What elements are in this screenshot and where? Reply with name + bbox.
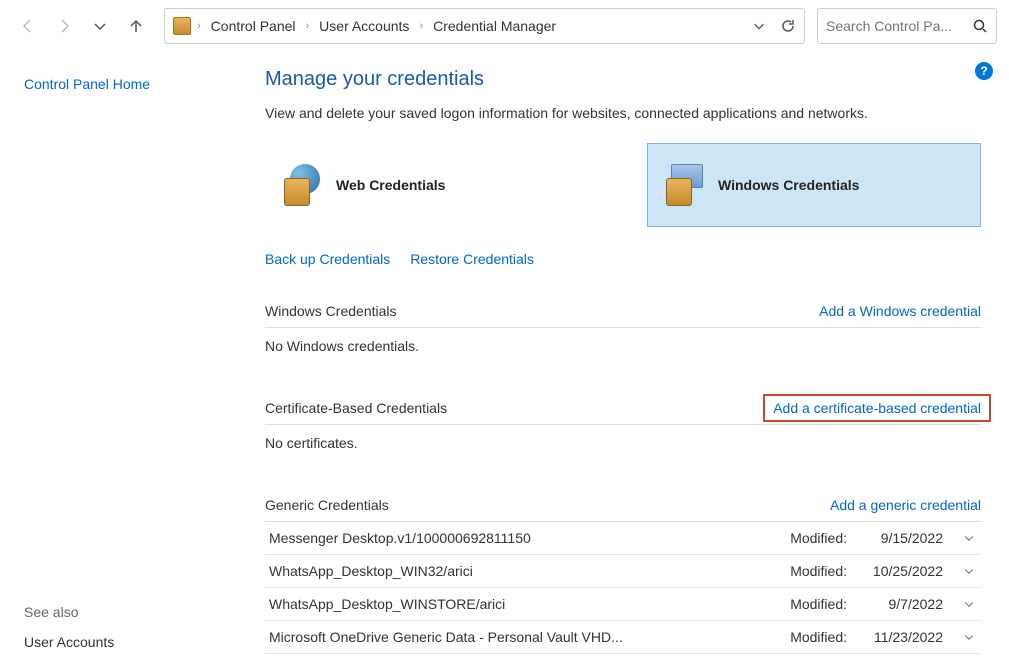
tab-label: Windows Credentials	[718, 177, 859, 193]
modified-date: 9/7/2022	[865, 596, 943, 612]
credential-row[interactable]: Messenger Desktop.v1/100000692811150 Modi…	[265, 522, 981, 555]
credential-row[interactable]: WhatsApp_Desktop_WINSTORE/arici Modified:…	[265, 588, 981, 621]
search-box[interactable]	[817, 8, 997, 44]
nav-forward-button[interactable]	[48, 10, 80, 42]
chevron-down-icon[interactable]	[752, 19, 766, 33]
chevron-right-icon: ›	[419, 20, 423, 32]
nav-recent-button[interactable]	[84, 10, 116, 42]
credential-name: WhatsApp_Desktop_WINSTORE/arici	[269, 596, 505, 612]
credential-name: WhatsApp_Desktop_WIN32/arici	[269, 563, 473, 579]
add-windows-credential-link[interactable]: Add a Windows credential	[819, 303, 981, 319]
modified-date: 9/15/2022	[865, 530, 943, 546]
credential-name: Messenger Desktop.v1/100000692811150	[269, 530, 531, 546]
tab-label: Web Credentials	[336, 177, 445, 193]
modified-label: Modified:	[790, 596, 847, 612]
see-also-heading: See also	[24, 604, 114, 620]
tab-windows-credentials[interactable]: Windows Credentials	[647, 143, 981, 227]
search-icon[interactable]	[972, 18, 988, 34]
chevron-down-icon[interactable]	[961, 631, 977, 643]
windows-credentials-icon	[666, 164, 708, 206]
section-title: Generic Credentials	[265, 497, 389, 513]
section-windows-credentials: Windows Credentials Add a Windows creden…	[265, 295, 981, 364]
arrow-up-icon	[128, 18, 144, 34]
web-credentials-icon	[284, 164, 326, 206]
control-panel-icon	[173, 17, 191, 35]
highlight-annotation: Add a certificate-based credential	[763, 394, 991, 422]
main-content: Manage your credentials View and delete …	[265, 52, 1009, 664]
nav-up-button[interactable]	[120, 10, 152, 42]
credential-row[interactable]: MicrosoftAccount:user=arici.alexandraMod…	[265, 654, 981, 664]
chevron-down-icon	[92, 18, 108, 34]
section-title: Certificate-Based Credentials	[265, 400, 447, 416]
page-title: Manage your credentials	[265, 68, 981, 91]
credential-row[interactable]: Microsoft OneDrive Generic Data - Person…	[265, 621, 981, 654]
arrow-left-icon	[20, 18, 36, 34]
modified-label: Modified:	[790, 563, 847, 579]
breadcrumb-accounts[interactable]: User Accounts	[315, 16, 413, 36]
page-description: View and delete your saved logon informa…	[265, 105, 981, 121]
breadcrumb-current[interactable]: Credential Manager	[429, 16, 560, 36]
empty-message: No Windows credentials.	[265, 328, 981, 364]
modified-label: Modified:	[790, 629, 847, 645]
add-generic-credential-link[interactable]: Add a generic credential	[830, 497, 981, 513]
chevron-down-icon[interactable]	[961, 598, 977, 610]
credential-name: Microsoft OneDrive Generic Data - Person…	[269, 629, 623, 645]
backup-credentials-link[interactable]: Back up Credentials	[265, 251, 390, 267]
credential-row[interactable]: WhatsApp_Desktop_WIN32/arici Modified: 10/…	[265, 555, 981, 588]
sidebar: Control Panel Home See also User Account…	[0, 52, 265, 664]
chevron-right-icon: ›	[197, 20, 201, 32]
refresh-icon[interactable]	[780, 18, 796, 34]
address-bar[interactable]: › Control Panel › User Accounts › Creden…	[164, 8, 805, 44]
restore-credentials-link[interactable]: Restore Credentials	[410, 251, 534, 267]
section-title: Windows Credentials	[265, 303, 397, 319]
add-certificate-credential-link[interactable]: Add a certificate-based credential	[773, 400, 981, 416]
empty-message: No certificates.	[265, 425, 981, 461]
nav-back-button[interactable]	[12, 10, 44, 42]
section-generic-credentials: Generic Credentials Add a generic creden…	[265, 489, 981, 664]
credential-type-tabs: Web Credentials Windows Credentials	[265, 143, 981, 227]
modified-label: Modified:	[790, 530, 847, 546]
chevron-right-icon: ›	[306, 20, 310, 32]
tab-web-credentials[interactable]: Web Credentials	[265, 143, 599, 227]
breadcrumb-root[interactable]: Control Panel	[207, 16, 300, 36]
toolbar: › Control Panel › User Accounts › Creden…	[0, 0, 1009, 52]
chevron-down-icon[interactable]	[961, 532, 977, 544]
arrow-right-icon	[56, 18, 72, 34]
sidebar-user-accounts-link[interactable]: User Accounts	[24, 634, 114, 650]
search-input[interactable]	[826, 18, 966, 34]
section-certificate-credentials: Certificate-Based Credentials Add a cert…	[265, 392, 981, 461]
sidebar-home-link[interactable]: Control Panel Home	[24, 76, 241, 92]
modified-date: 11/23/2022	[865, 629, 943, 645]
chevron-down-icon[interactable]	[961, 565, 977, 577]
credential-actions: Back up Credentials Restore Credentials	[265, 251, 981, 267]
modified-date: 10/25/2022	[865, 563, 943, 579]
